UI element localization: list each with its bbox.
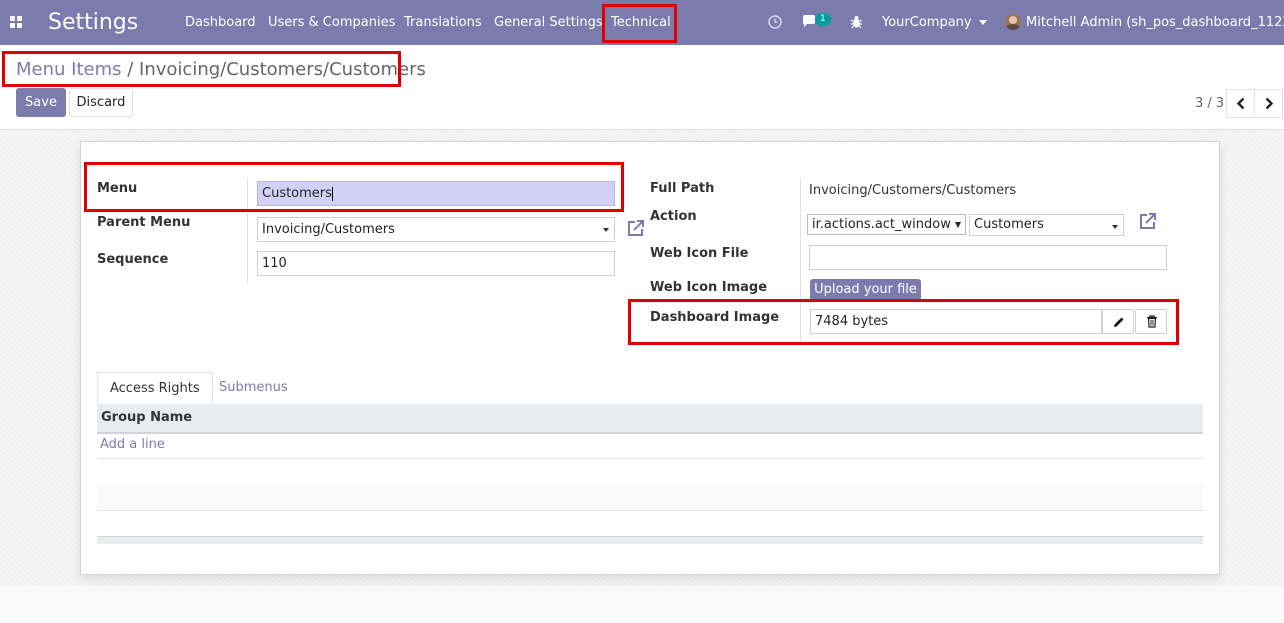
breadcrumb-separator: / [127,59,134,80]
table-row [97,484,1203,511]
apps-grid-icon[interactable] [10,16,23,29]
web-icon-file-label: Web Icon File [650,246,749,261]
external-link-icon[interactable] [626,218,646,238]
breadcrumb-parent[interactable]: Menu Items [16,59,122,80]
table-row [97,510,1203,537]
pager-previous-button[interactable] [1226,89,1255,118]
form-view: Menu Parent Menu Sequence Customers Invo… [0,130,1284,586]
menu-name-value: Customers [262,186,332,201]
clock-icon[interactable] [768,15,782,29]
menu-name-input[interactable]: Customers [257,181,615,206]
user-name: Mitchell Admin (sh_pos_dashboard_1122) [1026,15,1284,30]
control-panel: Menu Items / Invoicing/Customers/Custome… [0,45,1284,130]
field-divider [800,178,801,343]
menu-users-companies[interactable]: Users & Companies [268,0,395,45]
parent-menu-label: Parent Menu [97,215,191,230]
app-title: Settings [48,10,139,35]
user-menu[interactable]: Mitchell Admin (sh_pos_dashboard_1122) [1026,0,1284,45]
dashboard-image-input[interactable]: 7484 bytes [810,309,1102,334]
action-type-value: ir.actions.act_window [812,217,951,232]
full-path-label: Full Path [650,181,715,196]
pager-value: 3 / 3 [1195,96,1225,111]
save-button[interactable]: Save [16,88,66,117]
tab-submenus[interactable]: Submenus [207,372,300,404]
full-path-value: Invoicing/Customers/Customers [809,183,1017,198]
menu-translations[interactable]: Translations [404,0,482,45]
table-row: Add a line [97,432,1203,459]
edit-image-button[interactable] [1102,309,1134,334]
sequence-label: Sequence [97,252,169,267]
dashboard-image-label: Dashboard Image [650,310,780,325]
menu-label: Menu [97,181,138,196]
messages-badge: 1 [815,13,831,26]
action-value: Customers [974,217,1044,232]
parent-menu-value: Invoicing/Customers [262,222,395,237]
sequence-input[interactable]: 110 [257,251,615,276]
pager-next-button[interactable] [1254,89,1283,118]
dropdown-caret-icon [1112,225,1118,229]
chevron-right-icon [1265,97,1274,110]
notebook-tabs: Access Rights Submenus [97,372,1203,405]
delete-image-button[interactable] [1135,309,1167,334]
table-header: Group Name [97,404,1203,434]
menu-general-settings[interactable]: General Settings [494,0,603,45]
table-row [97,458,1203,485]
menu-technical[interactable]: Technical [611,0,671,45]
sequence-value: 110 [262,256,287,271]
dashboard-image-value: 7484 bytes [815,314,889,329]
bug-icon[interactable] [850,15,863,29]
group-name-column[interactable]: Group Name [101,410,192,425]
action-type-select[interactable]: ir.actions.act_window [807,214,966,235]
web-icon-image-label: Web Icon Image [650,280,768,295]
chevron-left-icon [1236,97,1245,110]
top-navbar: Settings Dashboard Users & Companies Tra… [0,0,1284,45]
menu-dashboard[interactable]: Dashboard [185,0,256,45]
tab-access-rights[interactable]: Access Rights [97,372,213,405]
breadcrumb: Menu Items / Invoicing/Customers/Custome… [16,59,426,80]
upload-file-button[interactable]: Upload your file [810,279,921,301]
field-divider [247,178,248,283]
company-name: YourCompany [882,15,972,30]
external-link-icon[interactable] [1138,211,1158,231]
action-label: Action [650,209,697,224]
table-footer [97,536,1203,544]
chevron-down-icon [978,20,987,25]
add-line-link[interactable]: Add a line [100,437,165,452]
pencil-icon [1114,317,1124,327]
parent-menu-select[interactable]: Invoicing/Customers [257,217,615,242]
avatar[interactable] [1005,14,1021,30]
discard-button[interactable]: Discard [69,88,133,117]
form-sheet: Menu Parent Menu Sequence Customers Invo… [80,141,1220,575]
company-switcher[interactable]: YourCompany [882,0,987,45]
action-select[interactable]: Customers [969,214,1124,236]
web-icon-file-input[interactable] [809,245,1167,270]
breadcrumb-current: Invoicing/Customers/Customers [139,59,426,80]
trash-icon [1147,315,1157,328]
dropdown-caret-icon [955,222,961,228]
dropdown-caret-icon [603,228,609,232]
